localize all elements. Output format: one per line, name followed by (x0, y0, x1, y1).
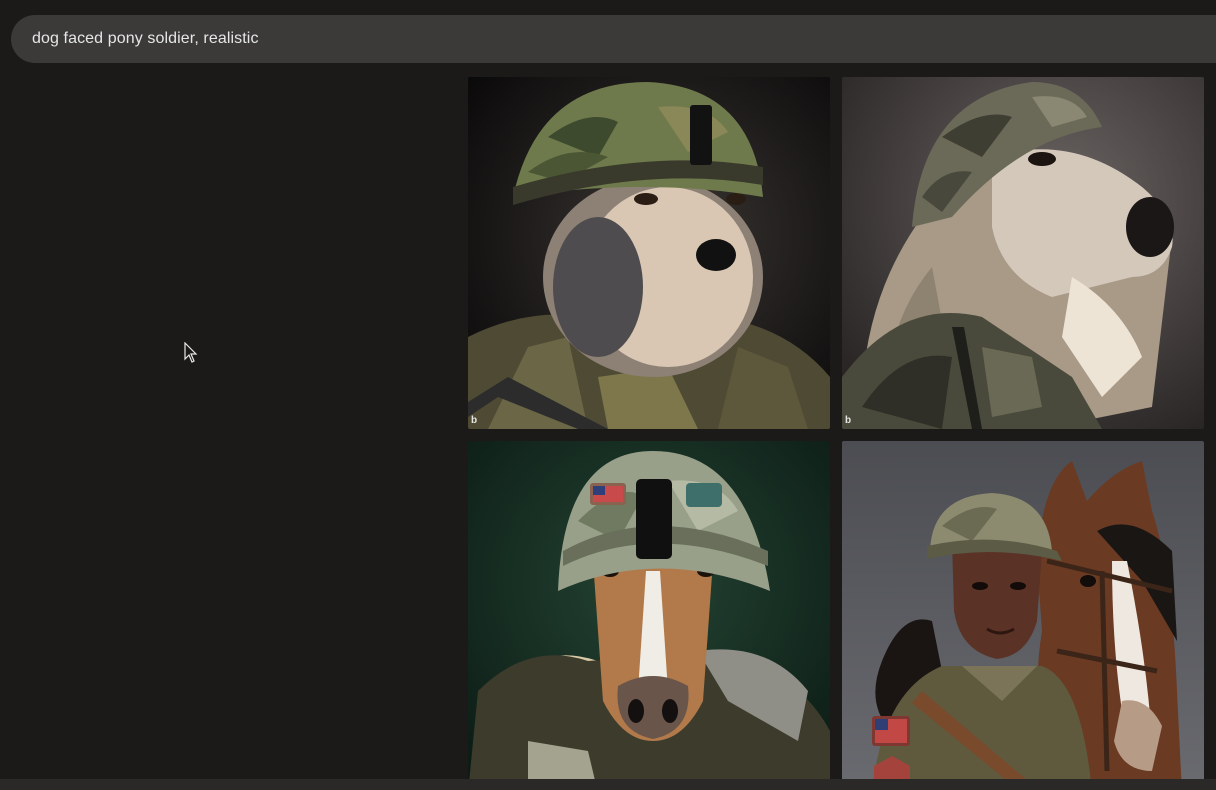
bottom-scroll-bar[interactable] (0, 779, 1216, 790)
image-result-pony-soldier-front[interactable] (468, 441, 830, 790)
search-bar[interactable]: dog faced pony soldier, realistic (11, 15, 1216, 63)
image-results-grid: b b (468, 77, 1204, 790)
watermark-badge: b (471, 415, 478, 426)
woman-soldier-horse-image (842, 441, 1204, 790)
top-strip (0, 0, 1216, 12)
image-result-woman-soldier-horse[interactable] (842, 441, 1204, 790)
pony-soldier-front-image (468, 441, 830, 790)
mouse-cursor-icon (184, 342, 198, 363)
image-result-pony-soldier-side[interactable]: b (842, 77, 1204, 429)
search-query-text[interactable]: dog faced pony soldier, realistic (32, 30, 259, 48)
watermark-badge: b (845, 415, 852, 426)
page: dog faced pony soldier, realistic b b (0, 0, 1216, 790)
pony-soldier-side-image (842, 77, 1204, 429)
dog-soldier-image (468, 77, 830, 429)
image-result-dog-soldier[interactable]: b (468, 77, 830, 429)
